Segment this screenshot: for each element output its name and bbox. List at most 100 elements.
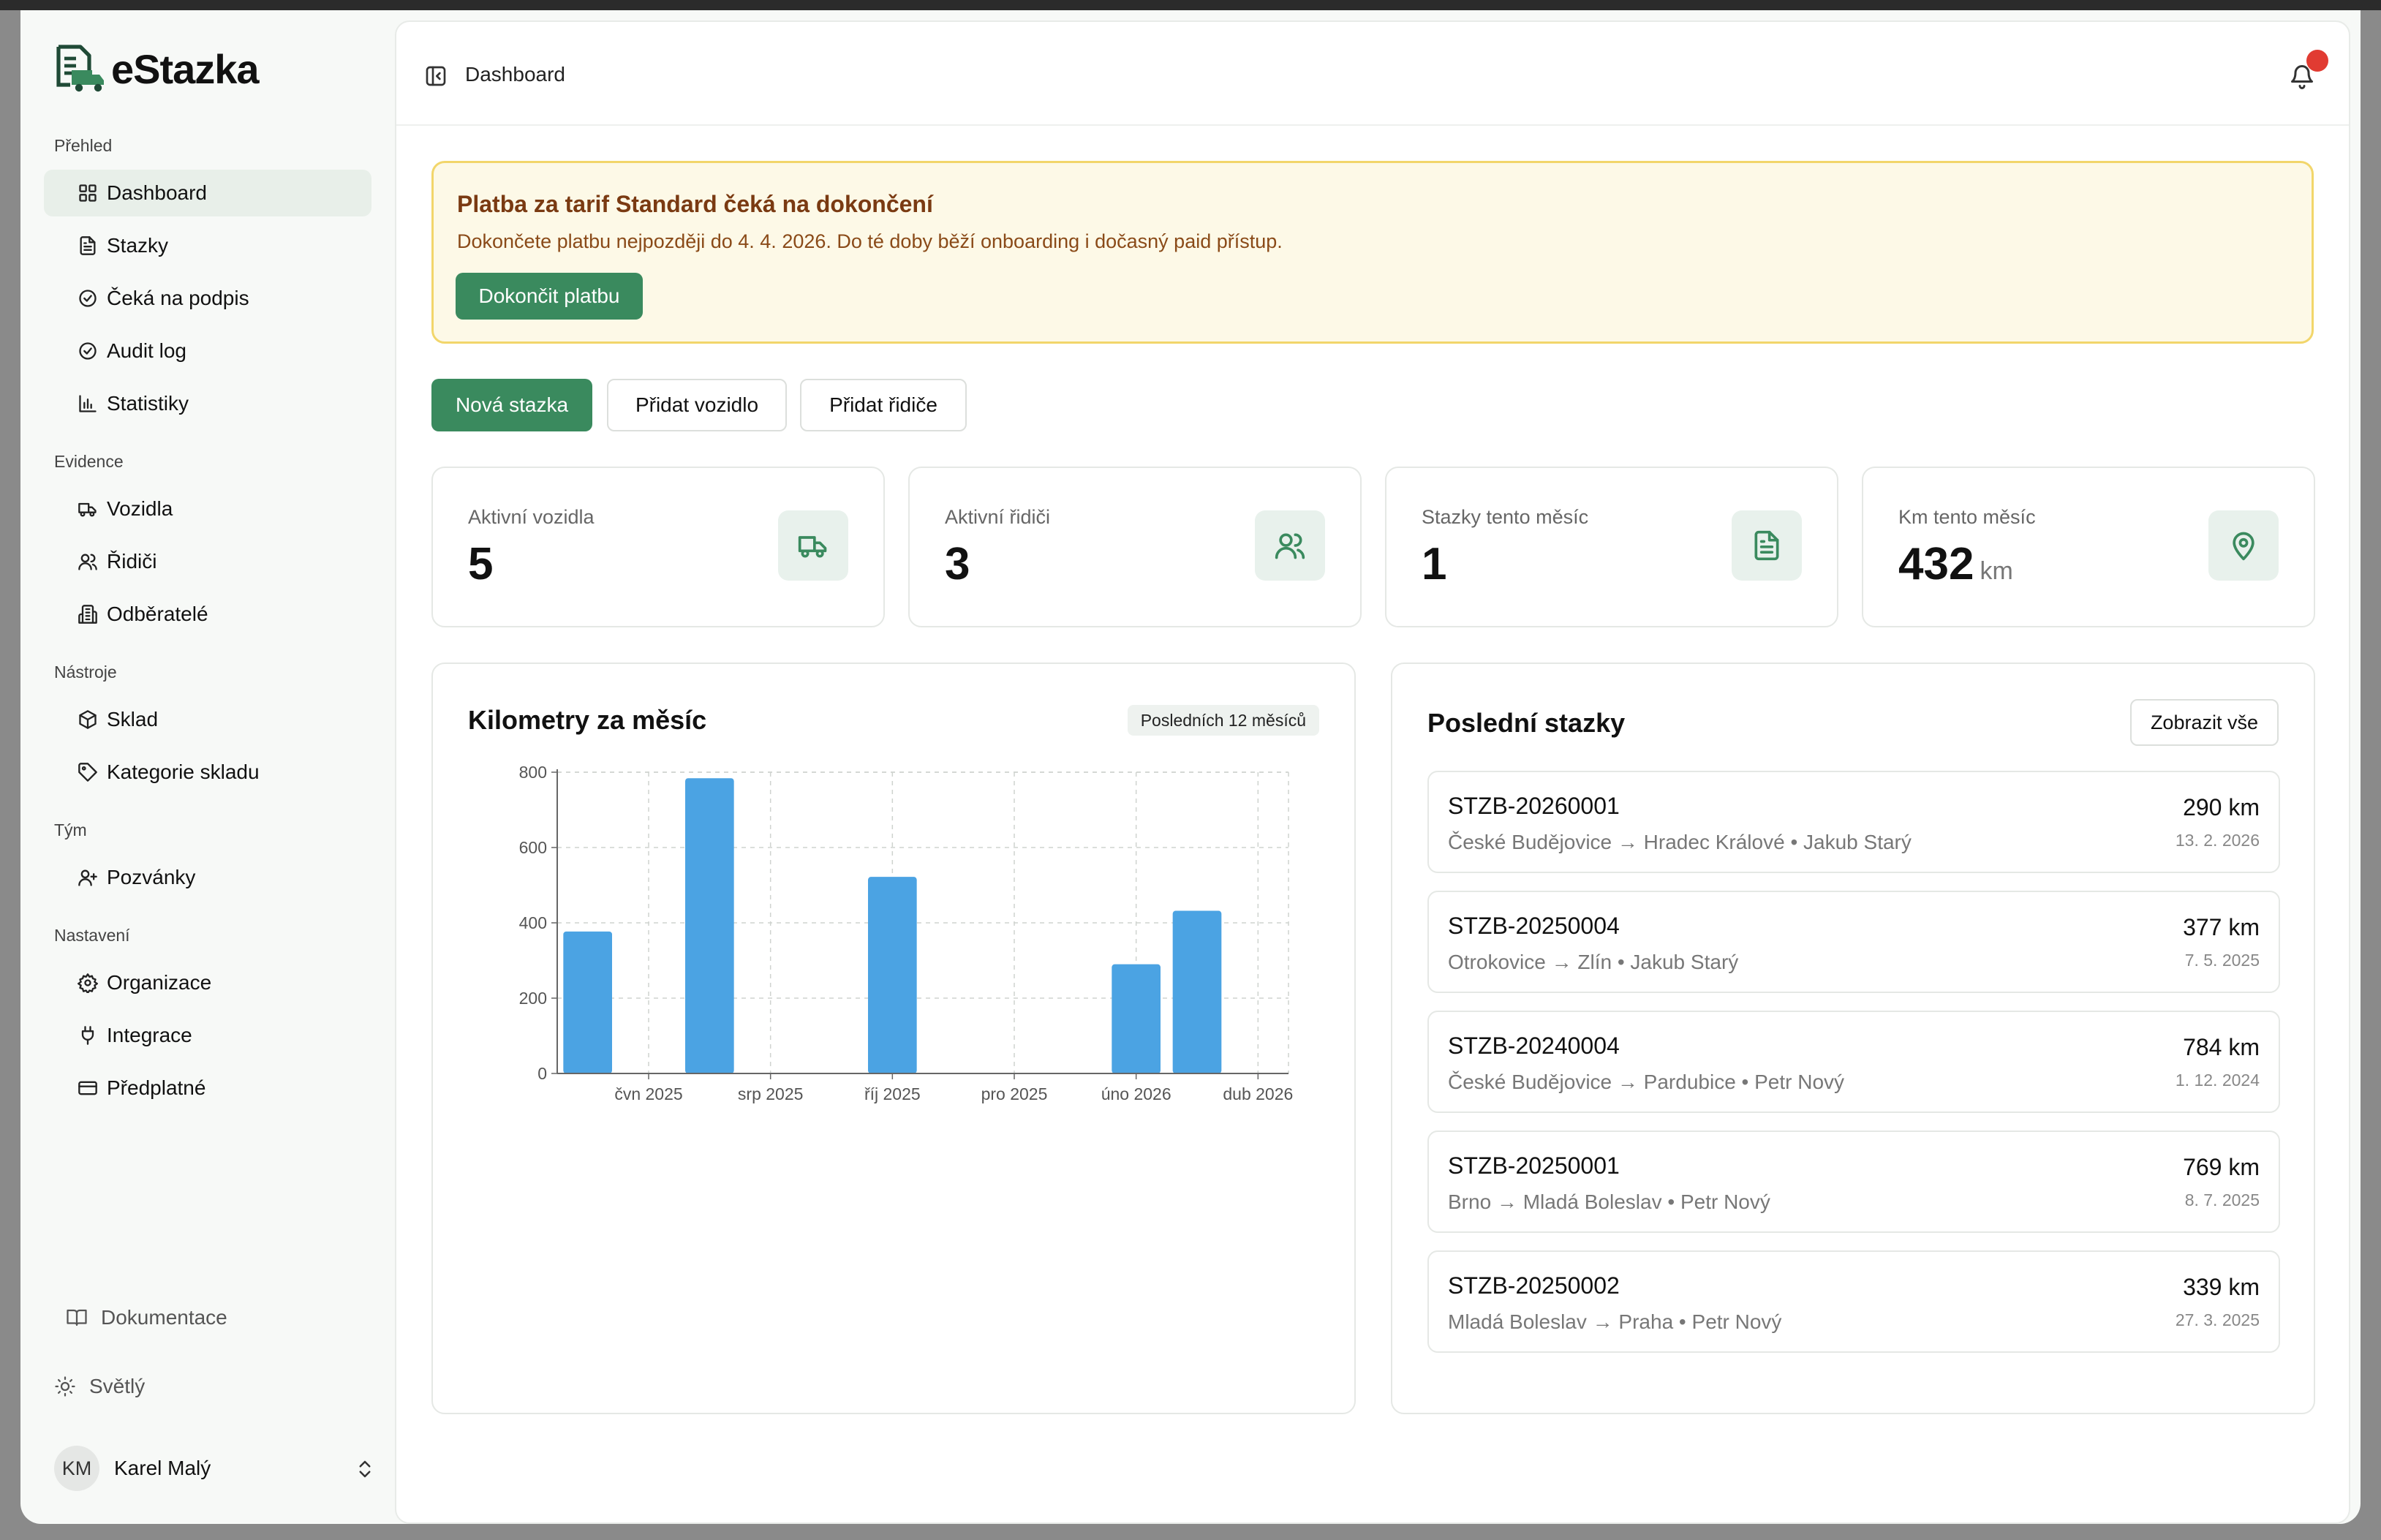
trip-id: STZB-20240004 <box>1448 1033 1620 1059</box>
avatar: KM <box>54 1446 99 1491</box>
page-title: Dashboard <box>465 63 565 86</box>
logo-truck-document-icon <box>56 45 104 92</box>
sun-icon <box>55 1376 75 1397</box>
sidebar-item-organizace[interactable]: Organizace <box>44 959 371 1006</box>
trip-id: STZB-20260001 <box>1448 793 1620 819</box>
add-vehicle-button[interactable]: Přidat vozidlo <box>607 379 787 431</box>
sidebar-toggle-icon[interactable] <box>424 64 448 88</box>
trip-list-item[interactable]: STZB-20240004 České Budějovice → Pardubi… <box>1427 1011 2280 1113</box>
book-open-icon <box>67 1309 87 1326</box>
sidebar-item-label: Vozidla <box>107 497 173 520</box>
new-trip-button[interactable]: Nová stazka <box>431 379 592 431</box>
stat-unit: km <box>1980 557 2013 585</box>
nav-icon <box>78 235 98 256</box>
users-icon <box>78 554 97 570</box>
sidebar-item-pozvanky[interactable]: Pozvánky <box>44 854 371 901</box>
building-icon <box>78 605 97 624</box>
document-icon <box>1754 530 1779 561</box>
trip-date: 27. 3. 2025 <box>2175 1310 2260 1329</box>
check-circle-icon <box>79 290 97 307</box>
stat-label: Stazky tento měsíc <box>1422 506 1589 528</box>
add-driver-button[interactable]: Přidat řidiče <box>800 379 967 431</box>
sidebar-item-vozidla[interactable]: Vozidla <box>44 486 371 532</box>
stat-card: Aktivní vozidla 5 <box>431 467 885 627</box>
stat-number: 1 <box>1422 539 1447 589</box>
sidebar-item-label: Audit log <box>107 339 186 362</box>
chart-range-badge: Posledních 12 měsíců <box>1127 705 1319 736</box>
main-content: Dashboard Platba za tarif Standard čeká … <box>395 20 2350 1524</box>
stat-icon-box <box>2208 510 2279 581</box>
stat-number: 3 <box>945 539 970 589</box>
documentation-link[interactable]: Dokumentace <box>66 1306 227 1329</box>
nav-icon <box>78 867 98 888</box>
nav-icon <box>78 709 98 730</box>
trip-distance: 769 km <box>2183 1154 2260 1180</box>
sidebar-item-kategorie-skladu[interactable]: Kategorie skladu <box>44 749 371 796</box>
nav-icon <box>78 288 98 309</box>
trip-list-item[interactable]: STZB-20260001 České Budějovice → Hradec … <box>1427 771 2280 873</box>
tag-icon <box>78 763 97 782</box>
banner-title: Platba za tarif Standard čeká na dokonče… <box>457 191 933 217</box>
sidebar-item-dashboard[interactable]: Dashboard <box>44 170 371 216</box>
stat-value: 3 <box>945 538 970 590</box>
stat-value: 432 km <box>1898 538 2013 590</box>
x-tick-label: říj 2025 <box>864 1084 921 1103</box>
km-chart-panel: Kilometry za měsíc Posledních 12 měsíců … <box>431 663 1356 1414</box>
logo[interactable]: eStazka <box>54 39 260 98</box>
nav-icon <box>78 604 98 624</box>
stat-card: Stazky tento měsíc 1 <box>1385 467 1838 627</box>
x-tick-label: úno 2026 <box>1101 1084 1171 1103</box>
sidebar-item-label: Stazky <box>107 234 169 257</box>
y-tick-label: 800 <box>519 763 547 782</box>
sidebar-item-audit-log[interactable]: Audit log <box>44 328 371 374</box>
chart-title: Kilometry za měsíc <box>468 705 707 735</box>
sidebar-item-label: Dashboard <box>107 181 207 204</box>
chevrons-up-down-icon <box>359 1460 371 1478</box>
nav-icon <box>78 1078 98 1098</box>
stat-number: 5 <box>468 539 494 589</box>
sidebar-item-statistiky[interactable]: Statistiky <box>44 380 371 427</box>
y-tick-label: 400 <box>519 913 547 932</box>
sidebar-item-label: Řidiči <box>107 550 157 573</box>
stat-card: Aktivní řidiči 3 <box>908 467 1362 627</box>
recent-trips-panel: Poslední stazky Zobrazit vše STZB-202600… <box>1391 663 2315 1414</box>
documentation-label: Dokumentace <box>101 1306 227 1329</box>
sidebar-item-label: Odběratelé <box>107 603 208 625</box>
sidebar-item-integrace[interactable]: Integrace <box>44 1012 371 1059</box>
y-tick-label: 0 <box>537 1064 547 1083</box>
sidebar-item-label: Statistiky <box>107 392 189 415</box>
sidebar-item-sklad[interactable]: Sklad <box>44 696 371 743</box>
nav-icon <box>78 762 98 782</box>
sidebar: eStazka Přehled Dashboard Stazky Čeká na… <box>20 10 395 1524</box>
bar <box>563 931 612 1073</box>
sidebar-item-ridici[interactable]: Řidiči <box>44 538 371 585</box>
trip-route: Otrokovice → Zlín • Jakub Starý <box>1448 951 1739 973</box>
sidebar-item-stazky[interactable]: Stazky <box>44 222 371 269</box>
user-menu[interactable]: KM Karel Malý <box>54 1442 376 1495</box>
show-all-button[interactable]: Zobrazit vše <box>2129 699 2279 746</box>
bar <box>685 778 734 1073</box>
stat-label: Km tento měsíc <box>1898 506 2036 528</box>
trip-list-item[interactable]: STZB-20250001 Brno → Mladá Boleslav • Pe… <box>1427 1131 2280 1233</box>
bar <box>1172 910 1222 1073</box>
x-tick-label: dub 2026 <box>1223 1084 1293 1103</box>
credit-card-icon <box>78 1081 97 1095</box>
nav-icon <box>78 393 98 414</box>
truck-icon <box>798 536 827 558</box>
sidebar-item-predplatne[interactable]: Předplatné <box>44 1065 371 1111</box>
trip-list-item[interactable]: STZB-20250004 Otrokovice → Zlín • Jakub … <box>1427 891 2280 993</box>
users-icon <box>1275 533 1305 559</box>
package-icon <box>79 710 97 729</box>
window-top-edge <box>0 0 2381 10</box>
recent-trips-title: Poslední stazky <box>1427 708 1626 738</box>
stat-value: 1 <box>1422 538 1446 590</box>
stat-icon-box <box>1732 510 1802 581</box>
theme-toggle[interactable]: Světlý <box>54 1375 145 1398</box>
nav-section-title: Tým <box>54 820 87 839</box>
trip-list-item[interactable]: STZB-20250002 Mladá Boleslav → Praha • P… <box>1427 1250 2280 1353</box>
trip-distance: 784 km <box>2183 1034 2260 1060</box>
sidebar-item-ceka-na-podpis[interactable]: Čeká na podpis <box>44 275 371 322</box>
sidebar-item-odberatele[interactable]: Odběratelé <box>44 591 371 638</box>
gear-icon <box>78 973 98 994</box>
finish-payment-button[interactable]: Dokončit platbu <box>456 273 643 320</box>
